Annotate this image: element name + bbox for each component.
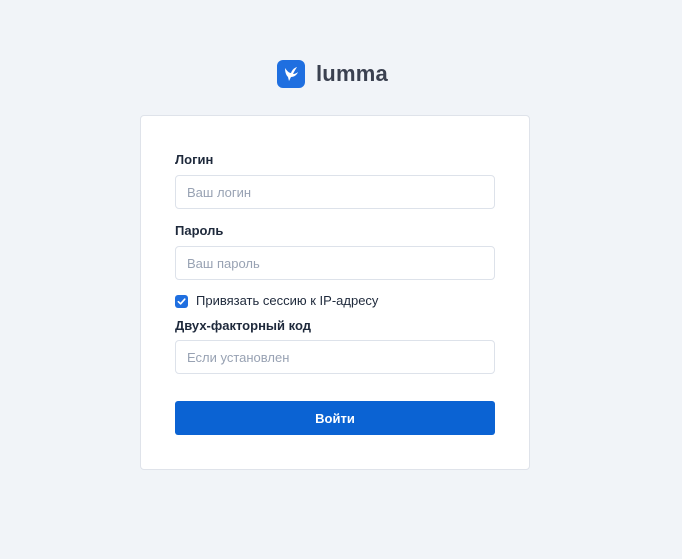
bind-ip-checkbox-row[interactable]: Привязать сессию к IP-адресу (175, 293, 378, 309)
login-card: Логин Пароль Привязать сессию к IP-адрес… (140, 115, 530, 470)
bird-icon (277, 60, 305, 88)
checkmark-icon (177, 297, 186, 305)
bind-ip-checkbox[interactable] (175, 294, 188, 308)
login-input[interactable] (175, 175, 495, 209)
password-label: Пароль (175, 223, 224, 238)
twofa-input[interactable] (175, 340, 495, 374)
bind-ip-label: Привязать сессию к IP-адресу (196, 293, 379, 308)
login-label: Логин (175, 152, 214, 167)
brand-logo: lumma (277, 60, 388, 88)
password-input[interactable] (175, 246, 495, 280)
login-button[interactable]: Войти (175, 401, 495, 435)
twofa-label: Двух-факторный код (175, 318, 311, 333)
brand-name: lumma (316, 61, 388, 86)
